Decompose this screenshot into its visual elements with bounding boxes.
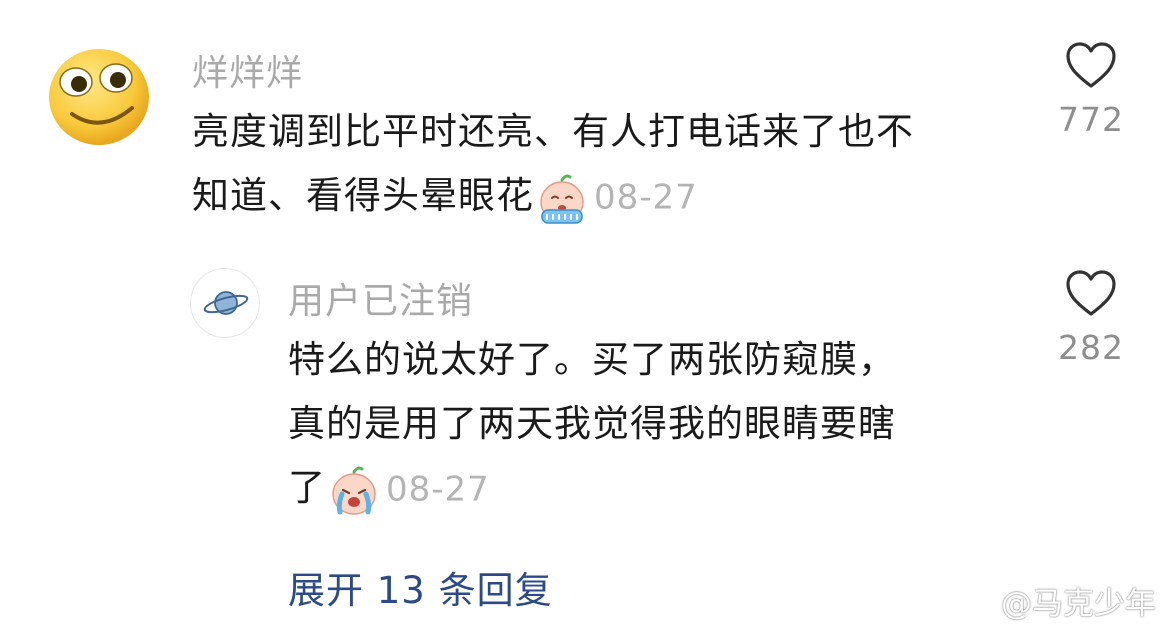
reply-text-line: 特么的说太好了。买了两张防窥膜，	[288, 338, 896, 381]
weibo-logo-icon	[952, 587, 992, 617]
reply-date: 08-27	[386, 469, 490, 510]
reply-username[interactable]: 用户已注销	[288, 272, 473, 324]
comment-text-line-2: 知道、看得头晕眼花 08-27	[192, 164, 914, 228]
comment-username[interactable]: 烊烊烊	[192, 44, 303, 96]
planet-avatar-icon	[203, 291, 249, 315]
crying-emoji-icon	[332, 466, 376, 515]
expand-replies-link[interactable]: 展开 13 条回复	[288, 560, 553, 614]
reply-like[interactable]: 282	[1046, 270, 1136, 367]
reply-text-line: 真的是用了两天我觉得我的眼睛要瞎	[288, 402, 896, 445]
reply-text: 特么的说太好了。买了两张防窥膜， 真的是用了两天我觉得我的眼睛要瞎 了 08-2…	[288, 328, 896, 520]
heart-icon[interactable]	[1065, 270, 1117, 318]
comment-text: 亮度调到比平时还亮、有人打电话来了也不 知道、看得头晕眼花 08-27	[192, 100, 914, 228]
comment-text-line: 知道、看得头晕眼花	[192, 174, 534, 217]
reply-like-count: 282	[1058, 328, 1124, 367]
reply-text-line-3: 了 08-27	[288, 456, 896, 520]
smiley-avatar-icon[interactable]	[46, 42, 152, 148]
comment-date: 08-27	[594, 177, 698, 218]
watermark-text: @马克少年	[1001, 586, 1156, 622]
heart-icon[interactable]	[1065, 42, 1117, 90]
reply-text-line: 了	[288, 466, 326, 509]
comment-text-line: 亮度调到比平时还亮、有人打电话来了也不	[192, 110, 914, 153]
crying-emoji-icon	[540, 174, 584, 224]
planet-avatar[interactable]	[190, 268, 260, 338]
comment-like-count: 772	[1058, 100, 1124, 139]
watermark: @马克少年	[951, 578, 1156, 623]
comment-like[interactable]: 772	[1046, 42, 1136, 139]
